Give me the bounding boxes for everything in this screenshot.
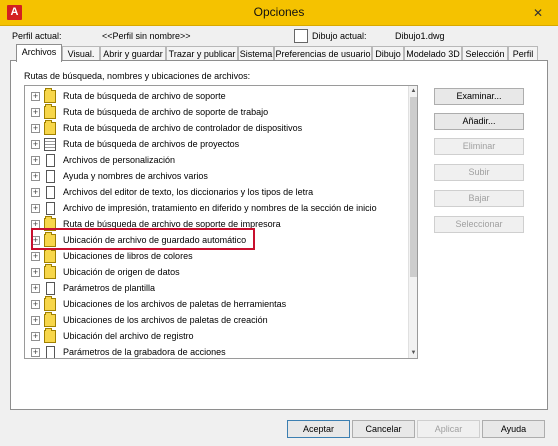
expand-icon[interactable]: + xyxy=(31,300,40,309)
tree-item[interactable]: + Parámetros de plantilla xyxy=(25,280,405,296)
expand-icon[interactable]: + xyxy=(31,252,40,261)
expand-icon[interactable]: + xyxy=(31,284,40,293)
expand-icon[interactable]: + xyxy=(31,172,40,181)
tree-item-label: Ubicación de origen de datos xyxy=(63,267,180,277)
tree-scrollbar[interactable]: ▲ ▼ xyxy=(408,86,417,358)
document-icon xyxy=(46,202,55,215)
aceptar-button[interactable]: Aceptar xyxy=(287,420,350,438)
document-icon xyxy=(46,170,55,183)
scroll-up-arrow-icon[interactable]: ▲ xyxy=(409,86,418,96)
tree-item-label: Ruta de búsqueda de archivos de proyecto… xyxy=(63,139,240,149)
profile-value: <<Perfil sin nombre>> xyxy=(102,31,191,41)
tree-item[interactable]: + Ubicaciones de libros de colores xyxy=(25,248,405,264)
list-document-icon xyxy=(44,138,56,151)
examinar-button[interactable]: Examinar... xyxy=(434,88,524,105)
tab-preferencias-de-usuario[interactable]: Preferencias de usuario xyxy=(274,46,372,61)
expand-icon[interactable]: + xyxy=(31,348,40,357)
tree-item[interactable]: + Parámetros de la grabadora de acciones xyxy=(25,344,405,358)
expand-icon[interactable]: + xyxy=(31,188,40,197)
tree-item[interactable]: + Ayuda y nombres de archivos varios xyxy=(25,168,405,184)
close-button[interactable]: ✕ xyxy=(527,5,549,21)
document-icon xyxy=(46,186,55,199)
folder-icon xyxy=(44,104,56,119)
tab-visual[interactable]: Visual. xyxy=(62,46,100,61)
tree-item-label: Ubicaciones de los archivos de paletas d… xyxy=(63,315,268,325)
expand-icon[interactable]: + xyxy=(31,332,40,341)
tab-modelado-3d[interactable]: Modelado 3D xyxy=(404,46,462,61)
folder-icon xyxy=(44,312,56,327)
file-paths-tree[interactable]: + Ruta de búsqueda de archivo de soporte… xyxy=(24,85,418,359)
drawing-label: Dibujo actual: xyxy=(312,31,367,41)
tab-archivos[interactable]: Archivos xyxy=(16,44,62,62)
tree-item[interactable]: + Ruta de búsqueda de archivo de soporte… xyxy=(25,104,405,120)
folder-icon xyxy=(44,296,56,311)
tree-item-label: Ubicaciones de los archivos de paletas d… xyxy=(63,299,287,309)
aplicar-button[interactable]: Aplicar xyxy=(417,420,480,438)
scroll-thumb[interactable] xyxy=(410,97,417,277)
folder-icon xyxy=(44,248,56,263)
tree-item[interactable]: + Archivos del editor de texto, los dicc… xyxy=(25,184,405,200)
tree-item-label: Ubicaciones de libros de colores xyxy=(63,251,193,261)
window-title: Opciones xyxy=(253,5,305,19)
tree-item[interactable]: + Ruta de búsqueda de archivo de soporte xyxy=(25,88,405,104)
tree-item-label: Ubicación del archivo de registro xyxy=(63,331,194,341)
expand-icon[interactable]: + xyxy=(31,204,40,213)
scroll-down-arrow-icon[interactable]: ▼ xyxy=(409,348,418,358)
tab-perfil[interactable]: Perfil xyxy=(508,46,538,61)
tab-seleccion[interactable]: Selección xyxy=(462,46,508,61)
tree-item[interactable]: + Ubicación de origen de datos xyxy=(25,264,405,280)
folder-icon xyxy=(44,88,56,103)
folder-icon xyxy=(44,328,56,343)
expand-icon[interactable]: + xyxy=(31,124,40,133)
section-label: Rutas de búsqueda, nombres y ubicaciones… xyxy=(24,71,251,81)
tree-item[interactable]: + Ruta de búsqueda de archivos de proyec… xyxy=(25,136,405,152)
document-icon xyxy=(46,346,55,358)
expand-icon[interactable]: + xyxy=(31,156,40,165)
cancelar-button[interactable]: Cancelar xyxy=(352,420,415,438)
tab-trazar-y-publicar[interactable]: Trazar y publicar xyxy=(166,46,238,61)
tree-item[interactable]: + Ubicaciones de los archivos de paletas… xyxy=(25,296,405,312)
tree-item-label: Archivo de impresión, tratamiento en dif… xyxy=(63,203,377,213)
document-icon xyxy=(46,282,55,295)
document-icon xyxy=(46,154,55,167)
tree-item[interactable]: + Ubicaciones de los archivos de paletas… xyxy=(25,312,405,328)
tab-dibujo[interactable]: Dibujo xyxy=(372,46,404,61)
tree-item-label: Parámetros de plantilla xyxy=(63,283,156,293)
tree-item-label: Ruta de búsqueda de archivo de controlad… xyxy=(63,123,303,133)
tree-item-label: Archivos de personalización xyxy=(63,155,176,165)
tab-abrir-y-guardar[interactable]: Abrir y guardar xyxy=(100,46,166,61)
expand-icon[interactable]: + xyxy=(31,140,40,149)
title-bar[interactable]: A Opciones ✕ xyxy=(0,0,558,26)
ayuda-button[interactable]: Ayuda xyxy=(482,420,545,438)
subir-button[interactable]: Subir xyxy=(434,164,524,181)
expand-icon[interactable]: + xyxy=(31,316,40,325)
tab-strip: Archivos Visual. Abrir y guardar Trazar … xyxy=(10,44,548,62)
tree-item[interactable]: + Archivo de impresión, tratamiento en d… xyxy=(25,200,405,216)
seleccionar-button[interactable]: Seleccionar xyxy=(434,216,524,233)
tree-item[interactable]: + Ruta de búsqueda de archivo de control… xyxy=(25,120,405,136)
expand-icon[interactable]: + xyxy=(31,108,40,117)
tree-item-label: Parámetros de la grabadora de acciones xyxy=(63,347,226,357)
eliminar-button[interactable]: Eliminar xyxy=(434,138,524,155)
bajar-button[interactable]: Bajar xyxy=(434,190,524,207)
expand-icon[interactable]: + xyxy=(31,92,40,101)
tree-item[interactable]: + Ubicación del archivo de registro xyxy=(25,328,405,344)
tree-item-label: Ruta de búsqueda de archivo de soporte xyxy=(63,91,226,101)
highlight-annotation-box xyxy=(31,228,255,250)
anadir-button[interactable]: Añadir... xyxy=(434,113,524,130)
folder-icon xyxy=(44,264,56,279)
tree-item-label: Archivos del editor de texto, los diccio… xyxy=(63,187,314,197)
tree-item-label: Ayuda y nombres de archivos varios xyxy=(63,171,208,181)
tree-item-label: Ruta de búsqueda de archivo de soporte d… xyxy=(63,107,269,117)
folder-icon xyxy=(44,120,56,135)
tab-sistema[interactable]: Sistema xyxy=(238,46,274,61)
drawing-value: Dibujo1.dwg xyxy=(395,31,445,41)
drawing-icon xyxy=(294,29,308,43)
expand-icon[interactable]: + xyxy=(31,268,40,277)
profile-label: Perfil actual: xyxy=(12,31,62,41)
tree-item[interactable]: + Archivos de personalización xyxy=(25,152,405,168)
